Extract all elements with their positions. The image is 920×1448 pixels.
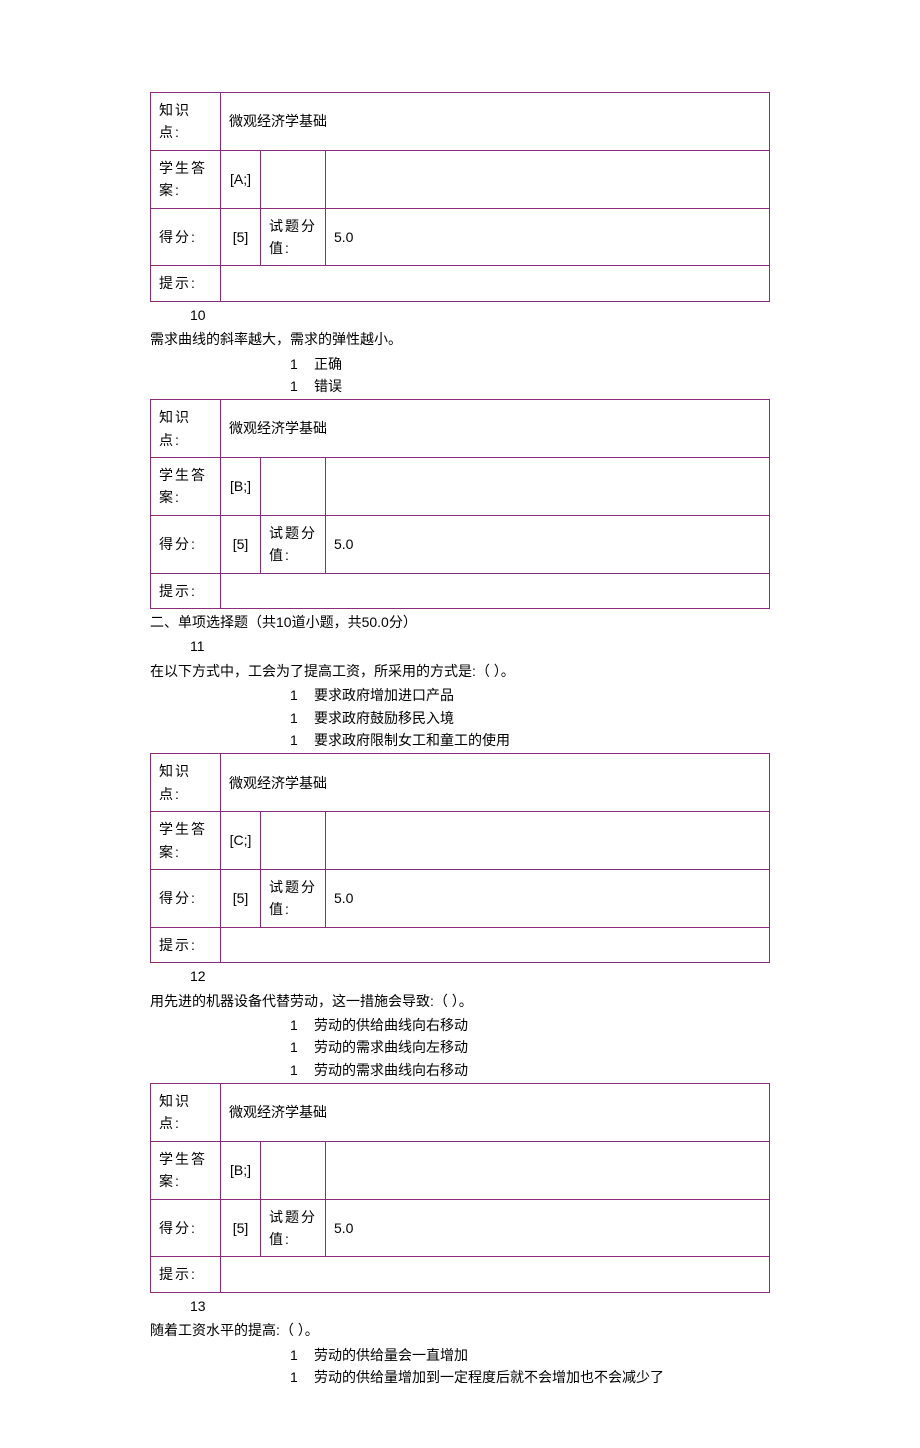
kp-label: 知识点: xyxy=(151,754,221,812)
hint-label: 提示: xyxy=(151,1257,221,1292)
answer-table: 知识点: 微观经济学基础 学生答案: [C;] 得分: [5] 试题分值: 5.… xyxy=(150,753,770,963)
itemscore-value: 5.0 xyxy=(326,515,770,573)
option-item: 要求政府鼓励移民入境 xyxy=(290,707,770,729)
answer-table: 知识点: 微观经济学基础 学生答案: [B;] 得分: [5] 试题分值: 5.… xyxy=(150,399,770,609)
ans-value: [C;] xyxy=(221,812,261,870)
kp-value: 微观经济学基础 xyxy=(221,400,770,458)
question-text: 随着工资水平的提高:（ ）。 xyxy=(150,1319,770,1341)
question-number: 11 xyxy=(190,635,770,657)
score-label: 得分: xyxy=(151,1199,221,1257)
question-number: 13 xyxy=(190,1295,770,1317)
ans-label: 学生答案: xyxy=(151,150,221,208)
score-value: [5] xyxy=(221,515,261,573)
option-item: 要求政府增加进口产品 xyxy=(290,684,770,706)
itemscore-value: 5.0 xyxy=(326,208,770,266)
ans-value: [B;] xyxy=(221,458,261,516)
question-number: 12 xyxy=(190,965,770,987)
option-item: 正确 xyxy=(290,353,770,375)
answer-table: 知识点: 微观经济学基础 学生答案: [A;] 得分: [5] 试题分值: 5.… xyxy=(150,92,770,302)
itemscore-label: 试题分值: xyxy=(261,869,326,927)
score-value: [5] xyxy=(221,1199,261,1257)
option-list: 劳动的供给量会一直增加 劳动的供给量增加到一定程度后就不会增加也不会减少了 xyxy=(150,1344,770,1389)
ans-label: 学生答案: xyxy=(151,458,221,516)
itemscore-label: 试题分值: xyxy=(261,208,326,266)
score-value: [5] xyxy=(221,208,261,266)
score-label: 得分: xyxy=(151,869,221,927)
hint-label: 提示: xyxy=(151,573,221,608)
hint-label: 提示: xyxy=(151,927,221,962)
option-item: 劳动的供给量会一直增加 xyxy=(290,1344,770,1366)
question-text: 需求曲线的斜率越大，需求的弹性越小。 xyxy=(150,328,770,350)
ans-label: 学生答案: xyxy=(151,1141,221,1199)
itemscore-value: 5.0 xyxy=(326,869,770,927)
itemscore-label: 试题分值: xyxy=(261,1199,326,1257)
option-list: 正确 错误 xyxy=(150,353,770,398)
kp-label: 知识点: xyxy=(151,1084,221,1142)
question-text: 用先进的机器设备代替劳动，这一措施会导致:（ ）。 xyxy=(150,990,770,1012)
kp-value: 微观经济学基础 xyxy=(221,93,770,151)
section-header: 二、单项选择题（共10道小题，共50.0分） xyxy=(150,611,770,633)
option-item: 要求政府限制女工和童工的使用 xyxy=(290,729,770,751)
option-item: 劳动的供给量增加到一定程度后就不会增加也不会减少了 xyxy=(290,1366,770,1388)
option-item: 劳动的需求曲线向左移动 xyxy=(290,1036,770,1058)
hint-label: 提示: xyxy=(151,266,221,301)
option-item: 劳动的供给曲线向右移动 xyxy=(290,1014,770,1036)
option-item: 劳动的需求曲线向右移动 xyxy=(290,1059,770,1081)
option-list: 劳动的供给曲线向右移动 劳动的需求曲线向左移动 劳动的需求曲线向右移动 xyxy=(150,1014,770,1081)
option-list: 要求政府增加进口产品 要求政府鼓励移民入境 要求政府限制女工和童工的使用 xyxy=(150,684,770,751)
kp-value: 微观经济学基础 xyxy=(221,1084,770,1142)
question-number: 10 xyxy=(190,304,770,326)
ans-label: 学生答案: xyxy=(151,812,221,870)
score-label: 得分: xyxy=(151,208,221,266)
itemscore-value: 5.0 xyxy=(326,1199,770,1257)
answer-table: 知识点: 微观经济学基础 学生答案: [B;] 得分: [5] 试题分值: 5.… xyxy=(150,1083,770,1293)
kp-label: 知识点: xyxy=(151,400,221,458)
ans-value: [A;] xyxy=(221,150,261,208)
option-item: 错误 xyxy=(290,375,770,397)
ans-value: [B;] xyxy=(221,1141,261,1199)
kp-value: 微观经济学基础 xyxy=(221,754,770,812)
itemscore-label: 试题分值: xyxy=(261,515,326,573)
kp-label: 知识点: xyxy=(151,93,221,151)
score-label: 得分: xyxy=(151,515,221,573)
question-text: 在以下方式中，工会为了提高工资，所采用的方式是:（ ）。 xyxy=(150,660,770,682)
score-value: [5] xyxy=(221,869,261,927)
